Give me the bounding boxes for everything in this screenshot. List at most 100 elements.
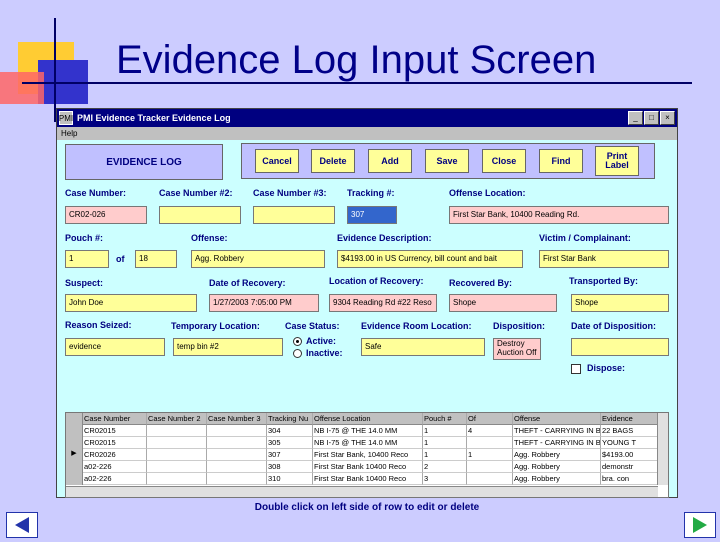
grid-cell: a02-226	[83, 461, 147, 473]
print-label-button[interactable]: Print Label	[595, 146, 639, 176]
col-header[interactable]: Tracking Nu	[267, 413, 313, 425]
offense-field[interactable]: Agg. Robbery	[191, 250, 325, 268]
col-header[interactable]: Case Number	[83, 413, 147, 425]
table-row-selected[interactable]: ▶ CR02026 307 First Star Bank, 10400 Rec…	[66, 449, 668, 461]
grid-cell: First Star Bank, 10400 Reco	[313, 449, 423, 461]
find-button[interactable]: Find	[539, 149, 583, 173]
pouch-of-field[interactable]: 18	[135, 250, 177, 268]
grid-header: Case Number Case Number 2 Case Number 3 …	[66, 413, 668, 425]
case-number3-label: Case Number #3:	[253, 188, 327, 198]
recovered-by-label: Recovered By:	[449, 278, 513, 288]
pouch-label: Pouch #:	[65, 233, 104, 243]
horizontal-scrollbar[interactable]	[66, 486, 658, 497]
disposition-label: Disposition:	[493, 321, 545, 331]
grid-cell: $4193.00	[601, 449, 659, 461]
arrow-right-icon	[693, 517, 707, 533]
radio-selected-icon[interactable]	[293, 336, 302, 346]
inactive-radio[interactable]: Inactive:	[293, 348, 343, 358]
recovery-date-field[interactable]: 1/27/2003 7:05:00 PM	[209, 294, 319, 312]
victim-field[interactable]: First Star Bank	[539, 250, 669, 268]
radio-unselected-icon[interactable]	[293, 348, 302, 358]
disposition-date-field[interactable]	[571, 338, 669, 356]
grid-cell	[147, 449, 207, 461]
grid-cell	[207, 437, 267, 449]
offense-location-field[interactable]: First Star Bank, 10400 Reading Rd.	[449, 206, 669, 224]
col-header[interactable]: Offense	[513, 413, 601, 425]
maximize-icon[interactable]: □	[644, 111, 659, 125]
grid-cell: THEFT - CARRYING IN B	[513, 425, 601, 437]
grid-cell: CR02015	[83, 425, 147, 437]
table-row[interactable]: CR02015 304 NB I-75 @ THE 14.0 MM 1 4 TH…	[66, 425, 668, 437]
delete-button[interactable]: Delete	[311, 149, 355, 173]
nav-previous-button[interactable]	[6, 512, 38, 538]
recovered-by-field[interactable]: Shope	[449, 294, 557, 312]
tracking-field[interactable]: 307	[347, 206, 397, 224]
transported-by-field[interactable]: Shope	[571, 294, 669, 312]
case-number2-field[interactable]	[159, 206, 241, 224]
grid-cell: NB I-75 @ THE 14.0 MM	[313, 437, 423, 449]
disposition-option-destroy[interactable]: Destroy	[497, 339, 540, 348]
pouch-field[interactable]: 1	[65, 250, 109, 268]
recovery-date-label: Date of Recovery:	[209, 278, 286, 288]
row-selector[interactable]	[66, 437, 83, 449]
arrow-left-icon	[15, 517, 29, 533]
room-location-field[interactable]: Safe	[361, 338, 485, 356]
grid-cell	[207, 461, 267, 473]
close-button[interactable]: Close	[482, 149, 526, 173]
temp-location-field[interactable]: temp bin #2	[173, 338, 283, 356]
temp-location-label: Temporary Location:	[171, 321, 260, 331]
decor-vertical-line	[54, 18, 56, 122]
recovery-location-field[interactable]: 9304 Reading Rd #22 Reso	[329, 294, 437, 312]
minimize-icon[interactable]: _	[628, 111, 643, 125]
case-number-field[interactable]: CR02-026	[65, 206, 147, 224]
save-button[interactable]: Save	[425, 149, 469, 173]
grid-cell	[147, 437, 207, 449]
current-row-icon[interactable]: ▶	[66, 449, 83, 461]
add-button[interactable]: Add	[368, 149, 412, 173]
disposition-list[interactable]: Destroy Auction Off	[493, 338, 541, 360]
menu-help[interactable]: Help	[57, 127, 677, 140]
table-row[interactable]: a02-226 308 First Star Bank 10400 Reco 2…	[66, 461, 668, 473]
disposition-option-auction[interactable]: Auction Off	[497, 348, 540, 357]
case-number2-label: Case Number #2:	[159, 188, 233, 198]
grid-cell: Agg. Robbery	[513, 461, 601, 473]
toolbar: Cancel Delete Add Save Close Find Print …	[241, 143, 655, 179]
row-selector[interactable]	[66, 473, 83, 485]
suspect-label: Suspect:	[65, 278, 104, 288]
col-header[interactable]: Evidence	[601, 413, 659, 425]
suspect-field[interactable]: John Doe	[65, 294, 197, 312]
col-header[interactable]: Pouch #	[423, 413, 467, 425]
col-header[interactable]: Of	[467, 413, 513, 425]
row-selector[interactable]	[66, 425, 83, 437]
grid-cell: THEFT - CARRYING IN B	[513, 437, 601, 449]
dispose-checkbox[interactable]	[571, 364, 581, 374]
grid-cell: 3	[423, 473, 467, 485]
evidence-log-logo: EVIDENCE LOG	[65, 144, 223, 180]
table-row[interactable]: a02-226 310 First Star Bank 10400 Reco 3…	[66, 473, 668, 485]
col-header[interactable]: Case Number 2	[147, 413, 207, 425]
evidence-description-label: Evidence Description:	[337, 233, 432, 243]
grid-cell: 22 BAGS	[601, 425, 659, 437]
inactive-label: Inactive:	[306, 348, 343, 358]
nav-next-button[interactable]	[684, 512, 716, 538]
grid-cell: demonstr	[601, 461, 659, 473]
grid-cell: Agg. Robbery	[513, 473, 601, 485]
active-radio[interactable]: Active:	[293, 336, 336, 346]
case-number3-field[interactable]	[253, 206, 335, 224]
table-row[interactable]: CR02015 305 NB I-75 @ THE 14.0 MM 1 THEF…	[66, 437, 668, 449]
close-icon[interactable]: ×	[660, 111, 675, 125]
reason-field[interactable]: evidence	[65, 338, 165, 356]
row-selector[interactable]	[66, 461, 83, 473]
records-grid: Case Number Case Number 2 Case Number 3 …	[65, 412, 669, 498]
grid-cell	[147, 425, 207, 437]
col-header[interactable]: Offense Location	[313, 413, 423, 425]
cancel-button[interactable]: Cancel	[255, 149, 299, 173]
grid-corner	[66, 413, 83, 425]
grid-cell: 307	[267, 449, 313, 461]
grid-cell: First Star Bank 10400 Reco	[313, 473, 423, 485]
vertical-scrollbar[interactable]	[657, 413, 668, 485]
col-header[interactable]: Case Number 3	[207, 413, 267, 425]
grid-cell: bra. con	[601, 473, 659, 485]
offense-location-label: Offense Location:	[449, 188, 526, 198]
evidence-description-field[interactable]: $4193.00 in US Currency, bill count and …	[337, 250, 523, 268]
